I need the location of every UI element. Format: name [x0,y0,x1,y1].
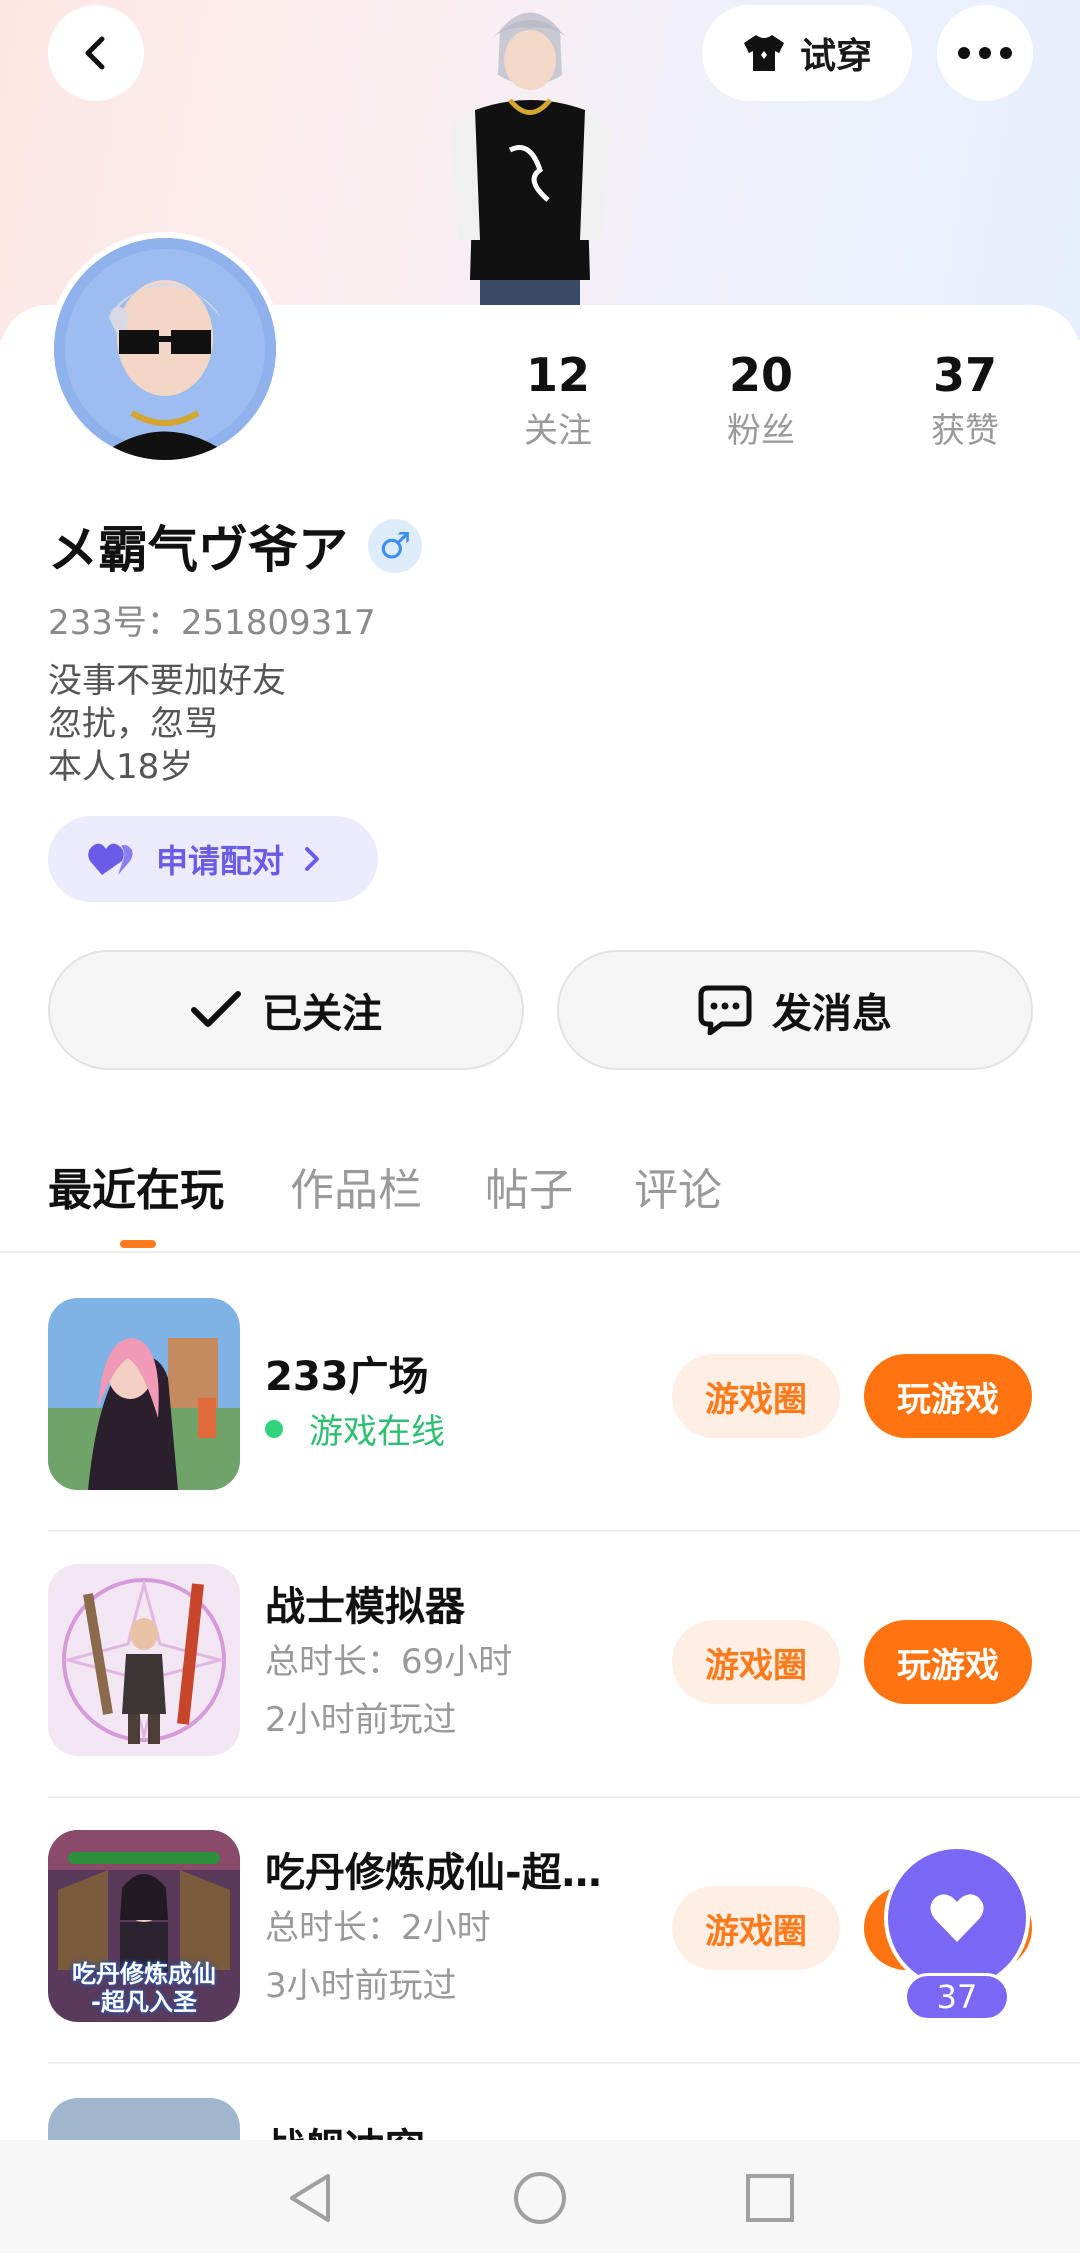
stat-following[interactable]: 12 关注 [478,345,638,455]
game-icon: 吃丹修炼成仙 -超凡入圣 [48,1830,240,2022]
send-message-label: 发消息 [772,991,892,1037]
tab-comments[interactable]: 评论 [634,1154,722,1218]
game-playtime: 总时长：69小时 [265,1642,513,1682]
nav-recents-icon[interactable] [740,2168,800,2228]
stat-likes[interactable]: 37 获赞 [885,345,1045,455]
game-last-played: 3小时前玩过 [265,1966,457,2006]
tab-recently-played[interactable]: 最近在玩 [48,1154,224,1218]
game-online-status: 游戏在线 [265,1404,445,1453]
game-row[interactable]: 战舰冲突 [0,2066,1080,2140]
nav-back-icon[interactable] [280,2168,340,2228]
try-on-label: 试穿 [799,36,872,77]
game-playtime: 总时长：2小时 [265,1908,491,1948]
send-message-button[interactable]: 发消息 [557,950,1033,1070]
game-title: 战士模拟器 [265,1584,465,1630]
play-game-button[interactable]: 玩游戏 [864,1354,1032,1438]
nav-home-icon[interactable] [510,2168,570,2228]
like-circle [884,1845,1030,1991]
followed-label: 已关注 [262,991,382,1037]
game-title: 战舰冲突 [265,2116,425,2140]
followed-button[interactable]: 已关注 [48,950,524,1070]
tab-posts[interactable]: 帖子 [485,1154,573,1218]
avatar-portrait [54,238,276,460]
chevron-right-icon [305,847,320,871]
user-nickname: メ霸气ヴ爷ア ♂ [48,510,422,582]
profile-tabs: 最近在玩 作品栏 帖子 评论 [0,1150,1080,1250]
game-row[interactable]: 战士模拟器 总时长：69小时 2小时前玩过 游戏圈 玩游戏 [0,1534,1080,1800]
request-pair-label: 申请配对 [156,842,285,880]
game-icon-caption: 吃丹修炼成仙 -超凡入圣 [48,1960,240,2016]
tshirt-icon [743,35,784,71]
checkmark-icon [191,991,241,1027]
user-avatar[interactable] [48,232,282,466]
system-nav-bar [0,2140,1080,2253]
tabs-divider [0,1251,1080,1253]
user-bio: 没事不要加好友 忽扰，忽骂 本人18岁 [48,660,286,789]
game-title: 233广场 [265,1354,429,1400]
row-divider [48,1796,1080,1798]
avatar-3d-figure [450,12,610,305]
online-dot-icon [265,1419,283,1438]
stat-likes-label: 获赞 [931,411,999,451]
user-id: 233号：251809317 [48,603,376,643]
bio-line: 本人18岁 [48,747,194,787]
tab-works[interactable]: 作品栏 [290,1154,422,1218]
game-icon [48,1564,240,1756]
more-button[interactable] [937,5,1033,101]
icon-caption-line: -超凡入圣 [91,1988,197,2016]
icon-caption-line: 吃丹修炼成仙 [72,1960,216,1988]
stat-fans-value: 20 [728,348,793,402]
like-float-button[interactable]: 37 [884,1845,1030,2025]
profile-page: 试穿 12 关注 20 粉丝 37 获赞 メ霸气ヴ爷ア ♂ 233号：25180… [0,0,1080,2253]
try-on-button[interactable]: 试穿 [702,5,912,101]
request-pair-button[interactable]: 申请配对 [48,816,378,902]
double-heart-icon [88,843,133,875]
active-tab-indicator [120,1240,156,1248]
game-row[interactable]: 233广场 游戏在线 游戏圈 玩游戏 [0,1268,1080,1534]
row-divider [48,1530,1080,1532]
chat-bubble-icon [698,985,752,1035]
stat-following-label: 关注 [524,411,592,451]
chevron-left-icon [85,36,105,70]
like-count: 37 [904,1973,1010,2021]
game-circle-button[interactable]: 游戏圈 [672,1620,840,1704]
back-button[interactable] [48,5,144,101]
male-gender-icon: ♂ [368,519,422,573]
game-title: 吃丹修炼成仙-超… [265,1850,602,1896]
game-last-played: 2小时前玩过 [265,1700,457,1740]
online-status-text: 游戏在线 [309,1412,445,1452]
nickname-text: メ霸气ヴ爷ア [48,521,348,579]
game-circle-button[interactable]: 游戏圈 [672,1886,840,1970]
game-circle-button[interactable]: 游戏圈 [672,1354,840,1438]
stat-likes-value: 37 [932,348,997,402]
game-icon [48,1298,240,1490]
play-game-button[interactable]: 玩游戏 [864,1620,1032,1704]
game-icon [48,2098,240,2140]
stat-fans-label: 粉丝 [727,411,795,451]
stat-following-value: 12 [525,348,590,402]
heart-icon [930,1894,984,1942]
more-dots-icon [958,47,1012,59]
bio-line: 忽扰，忽骂 [48,704,218,744]
row-divider [48,2062,1080,2064]
bio-line: 没事不要加好友 [48,661,286,701]
stat-fans[interactable]: 20 粉丝 [681,345,841,455]
